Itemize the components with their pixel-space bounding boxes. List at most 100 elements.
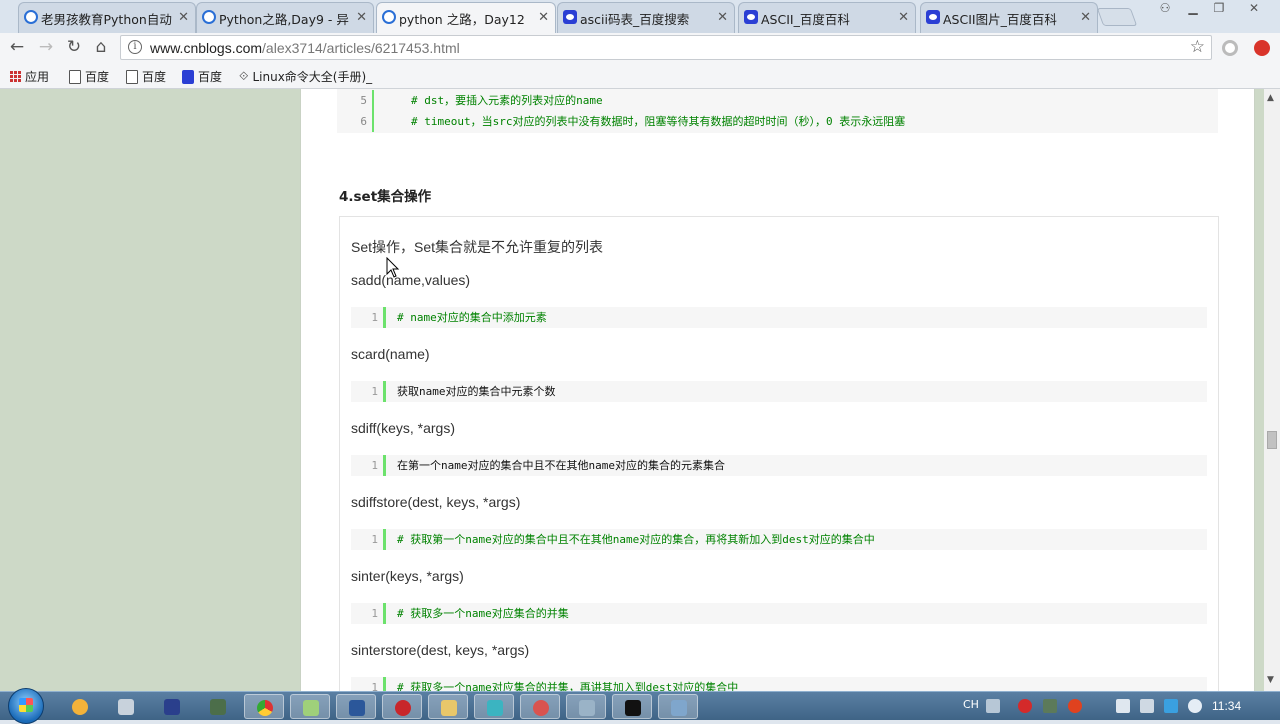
- method-signature: sdiff(keys, *args): [351, 420, 455, 436]
- info-icon[interactable]: i: [128, 40, 142, 54]
- window-close-icon[interactable]: ✕: [1234, 0, 1274, 18]
- taskbar-app-14[interactable]: [658, 694, 698, 719]
- taskbar-app-1[interactable]: [60, 694, 100, 719]
- tab-strip: 老男孩教育Python自动 ✕ Python之路,Day9 - 异 ✕ pyth…: [0, 0, 1280, 33]
- tab-label: Python之路,Day9 - 异: [219, 11, 349, 27]
- line-number: 1: [371, 681, 378, 691]
- notepad-icon: [303, 700, 319, 716]
- tab-ascii-baike[interactable]: ASCII_百度百科 ✕: [738, 2, 916, 33]
- close-icon[interactable]: ✕: [178, 10, 189, 25]
- taskbar-app-12[interactable]: [566, 694, 606, 719]
- app-icon: [164, 699, 180, 715]
- app-icon: [118, 699, 134, 715]
- tray-app-icon[interactable]: [1018, 699, 1032, 713]
- code-line: 6 # timeout，当src对应的列表中没有数据时，阻塞等待其有数据的超时时…: [337, 111, 1218, 132]
- volume-icon[interactable]: [1188, 699, 1202, 713]
- tab-ascii-pictures[interactable]: ASCII图片_百度百科 ✕: [920, 2, 1098, 33]
- extension-ring-icon[interactable]: [1222, 40, 1238, 56]
- gutter-bar: [383, 455, 386, 476]
- start-button[interactable]: [8, 688, 44, 724]
- page-viewport: 5 # dst，要插入元素的列表对应的name 6 # timeout，当src…: [0, 89, 1264, 691]
- code-text: 获取name对应的集合中元素个数: [397, 385, 556, 398]
- page-icon: [126, 69, 138, 84]
- taskbar-app-3[interactable]: [152, 694, 192, 719]
- line-number: 1: [371, 311, 378, 324]
- forward-icon[interactable]: →: [36, 37, 56, 57]
- code-text: # timeout，当src对应的列表中没有数据时，阻塞等待其有数据的超时时间（…: [411, 115, 906, 128]
- restore-icon[interactable]: ❐: [1206, 0, 1232, 18]
- app-icon: [533, 700, 549, 716]
- gutter-bar: [383, 603, 386, 624]
- taskbar-explorer[interactable]: [428, 694, 468, 719]
- tab-python-day12[interactable]: python 之路，Day12 ✕: [376, 2, 556, 33]
- scroll-down-icon[interactable]: ▼: [1267, 675, 1274, 685]
- taskbar-cmd[interactable]: [612, 694, 652, 719]
- app-icon: [487, 700, 503, 716]
- taskbar-app-8[interactable]: [382, 694, 422, 719]
- tab-laonanhai[interactable]: 老男孩教育Python自动 ✕: [18, 2, 196, 33]
- user-icon[interactable]: ⚇: [1152, 0, 1178, 18]
- gutter-bar: [372, 111, 374, 132]
- bookmark-baidu-2[interactable]: 百度: [126, 68, 166, 85]
- action-center-icon[interactable]: [1116, 699, 1130, 713]
- taskbar-app-11[interactable]: [520, 694, 560, 719]
- address-bar[interactable]: i www.cnblogs.com/alex3714/articles/6217…: [120, 35, 1212, 60]
- bookmark-baidu-1[interactable]: 百度: [69, 68, 109, 85]
- code-block: 1 # 获取第一个name对应的集合中且不在其他name对应的集合，再将其新加入…: [351, 529, 1207, 550]
- bookmark-apps[interactable]: 应用: [10, 68, 49, 85]
- keyboard-icon[interactable]: [986, 699, 1000, 713]
- taskbar-app-10[interactable]: [474, 694, 514, 719]
- url-text[interactable]: www.cnblogs.com/alex3714/articles/621745…: [150, 40, 460, 56]
- app-icon: [671, 700, 687, 716]
- network-icon[interactable]: [1140, 699, 1154, 713]
- apps-grid-icon: [10, 71, 21, 82]
- minimize-icon[interactable]: ▁: [1180, 0, 1206, 18]
- tray-app-icon[interactable]: [1043, 699, 1057, 713]
- word-icon: [349, 700, 365, 716]
- taskbar-app-2[interactable]: [106, 694, 146, 719]
- extension-red-icon[interactable]: [1254, 40, 1270, 56]
- chrome-icon: [257, 700, 273, 716]
- bookmark-label: 百度: [198, 70, 223, 84]
- ime-indicator[interactable]: CH: [963, 698, 979, 711]
- bookmark-label: 应用: [25, 70, 50, 84]
- code-text: # 获取第一个name对应的集合中且不在其他name对应的集合，再将其新加入到d…: [397, 533, 875, 546]
- close-icon[interactable]: ✕: [356, 10, 367, 25]
- bookmark-baidu-3[interactable]: 百度: [182, 68, 222, 85]
- windows-taskbar: CH 11:34: [0, 688, 1280, 724]
- tab-python-day9[interactable]: Python之路,Day9 - 异 ✕: [196, 2, 374, 33]
- reload-icon[interactable]: ↻: [64, 37, 84, 57]
- line-number: 1: [371, 533, 378, 546]
- baidu-paw-icon: [926, 10, 940, 24]
- close-icon[interactable]: ✕: [717, 10, 728, 25]
- taskbar-notepad[interactable]: [290, 694, 330, 719]
- code-text: # dst，要插入元素的列表对应的name: [411, 94, 603, 107]
- line-number: 1: [371, 385, 378, 398]
- bluetooth-icon[interactable]: [1164, 699, 1178, 713]
- taskbar-chrome[interactable]: [244, 694, 284, 719]
- close-icon[interactable]: ✕: [898, 10, 909, 25]
- back-icon[interactable]: ←: [7, 37, 27, 57]
- bookmark-star-icon[interactable]: ☆: [1190, 37, 1205, 57]
- bookmark-linux[interactable]: ⟐ Linux命令大全(手册)_: [239, 68, 372, 85]
- tab-label: python 之路，Day12: [399, 11, 525, 27]
- close-icon[interactable]: ✕: [538, 10, 549, 25]
- tray-app-icon[interactable]: [1068, 699, 1082, 713]
- cnblogs-icon: [202, 10, 216, 24]
- bookmarks-bar: 应用 百度 百度 百度 ⟐ Linux命令大全(手册)_: [0, 63, 1280, 89]
- tab-ascii-search[interactable]: ascii码表_百度搜索 ✕: [557, 2, 735, 33]
- close-icon[interactable]: ✕: [1080, 10, 1091, 25]
- code-block: 5 # dst，要插入元素的列表对应的name 6 # timeout，当src…: [337, 89, 1218, 133]
- cnblogs-icon: [382, 10, 396, 24]
- tab-label: 老男孩教育Python自动: [41, 11, 172, 27]
- scroll-up-icon[interactable]: ▲: [1267, 93, 1274, 103]
- new-tab-button[interactable]: [1096, 8, 1138, 26]
- taskbar-app-4[interactable]: [198, 694, 238, 719]
- tab-label: ASCII_百度百科: [761, 11, 850, 27]
- bookmark-label: 百度: [142, 70, 167, 84]
- vertical-scrollbar[interactable]: ▲ ▼: [1264, 89, 1280, 691]
- home-icon[interactable]: ⌂: [91, 37, 111, 57]
- taskbar-word[interactable]: [336, 694, 376, 719]
- system-clock[interactable]: 11:34: [1212, 699, 1241, 713]
- scrollbar-thumb[interactable]: [1267, 431, 1277, 449]
